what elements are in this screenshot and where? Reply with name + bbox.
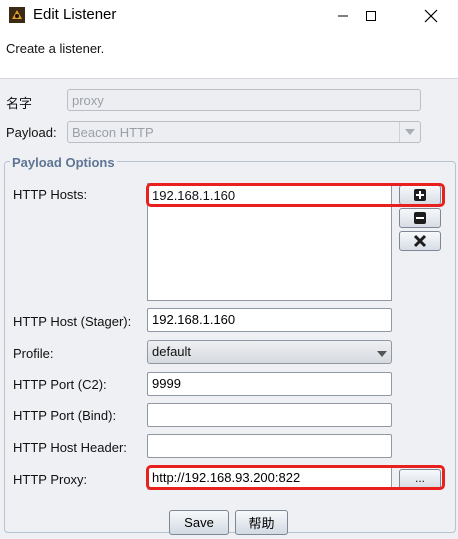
name-field[interactable]: proxy	[67, 89, 421, 111]
profile-value: default	[152, 344, 192, 359]
payload-label: Payload:	[6, 125, 57, 140]
close-icon	[424, 9, 438, 23]
description-panel: Create a listener.	[0, 32, 458, 79]
help-button[interactable]: 帮助	[235, 510, 288, 535]
close-button[interactable]	[408, 0, 454, 32]
http-port-c2-label: HTTP Port (C2):	[13, 377, 107, 392]
chevron-down-icon	[377, 345, 387, 360]
proxy-browse-button[interactable]: ...	[399, 469, 441, 490]
profile-label: Profile:	[13, 346, 54, 361]
http-hosts-list[interactable]: 192.168.1.160	[147, 183, 392, 301]
minus-icon	[414, 212, 426, 224]
description-text: Create a listener.	[6, 41, 105, 56]
maximize-icon	[366, 11, 376, 21]
cobalt-strike-app-icon	[9, 7, 25, 23]
name-label: 名字	[6, 96, 33, 111]
http-host-header-label: HTTP Host Header:	[13, 440, 127, 455]
http-hosts-label: HTTP Hosts:	[13, 187, 88, 202]
title-bar: Edit Listener	[0, 0, 458, 32]
http-port-bind-label: HTTP Port (Bind):	[13, 408, 117, 423]
clear-hosts-button[interactable]	[399, 231, 441, 251]
window-title: Edit Listener	[33, 6, 117, 23]
http-host-header-input[interactable]	[147, 434, 392, 458]
payload-select[interactable]: Beacon HTTP	[67, 121, 421, 143]
http-host-stager-input[interactable]: 192.168.1.160	[147, 308, 392, 332]
http-port-bind-input[interactable]	[147, 403, 392, 427]
proxy-browse-label: ...	[414, 470, 425, 485]
save-button[interactable]: Save	[169, 510, 229, 535]
http-port-c2-input[interactable]: 9999	[147, 372, 392, 396]
http-proxy-input[interactable]: http://192.168.93.200:822	[147, 466, 392, 490]
maximize-button[interactable]	[348, 0, 394, 32]
http-host-stager-label: HTTP Host (Stager):	[13, 314, 132, 329]
add-host-button[interactable]	[399, 185, 441, 205]
plus-icon	[414, 189, 426, 201]
payload-value: Beacon HTTP	[72, 125, 154, 140]
http-proxy-label: HTTP Proxy:	[13, 472, 88, 487]
chevron-down-icon	[399, 122, 420, 142]
payload-options-title: Payload Options	[10, 155, 117, 170]
x-icon	[413, 234, 427, 248]
remove-host-button[interactable]	[399, 208, 441, 228]
list-item[interactable]: 192.168.1.160	[152, 188, 235, 203]
profile-select[interactable]: default	[147, 340, 392, 364]
